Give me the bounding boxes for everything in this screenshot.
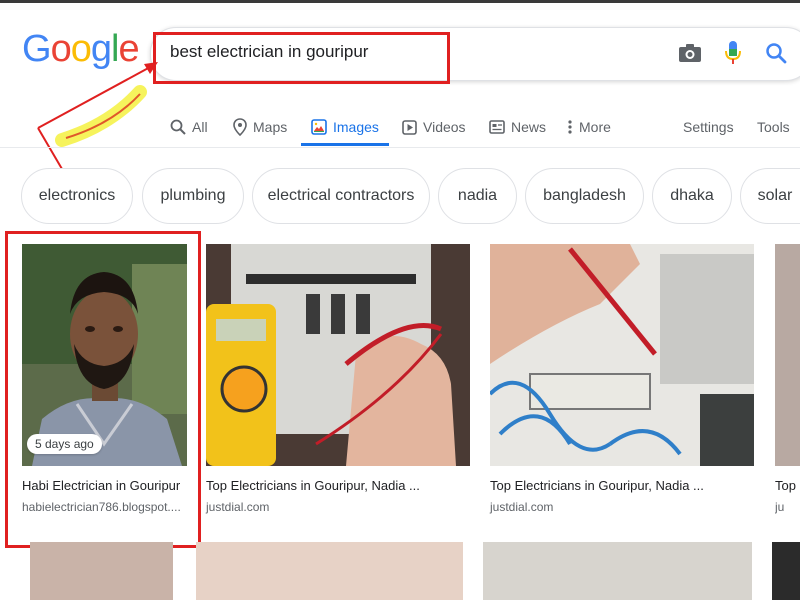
image-result-6-thumbnail[interactable] xyxy=(196,542,463,600)
chip-solar[interactable]: solar xyxy=(740,168,800,224)
result-title[interactable]: Top xyxy=(775,478,796,493)
image-result-2[interactable]: Top Electricians in Gouripur, Nadia ... … xyxy=(206,244,470,524)
news-icon xyxy=(489,120,505,134)
chip-nadia[interactable]: nadia xyxy=(438,168,517,224)
chip-label: electronics xyxy=(38,187,116,204)
chip-label: bangladesh xyxy=(543,187,626,204)
settings-link[interactable]: Settings xyxy=(683,108,734,146)
more-vertical-icon xyxy=(568,120,572,134)
search-icon xyxy=(170,119,186,135)
chip-plumbing[interactable]: plumbing xyxy=(142,168,244,224)
result-title[interactable]: Top Electricians in Gouripur, Nadia ... xyxy=(206,478,420,493)
result-title[interactable]: Top Electricians in Gouripur, Nadia ... xyxy=(490,478,704,493)
tab-images[interactable]: Images xyxy=(311,108,379,146)
image-result-3[interactable]: Top Electricians in Gouripur, Nadia ... … xyxy=(490,244,754,524)
active-tab-indicator xyxy=(301,143,389,146)
tab-all[interactable]: All xyxy=(170,108,208,146)
chip-dhaka[interactable]: dhaka xyxy=(652,168,732,224)
multimeter-panel-image xyxy=(206,244,470,466)
tab-news[interactable]: News xyxy=(489,108,546,146)
tab-maps[interactable]: Maps xyxy=(233,108,287,146)
tab-videos[interactable]: Videos xyxy=(402,108,466,146)
tools-link[interactable]: Tools xyxy=(757,108,790,146)
wiring-panel-image xyxy=(490,244,754,466)
image-icon xyxy=(311,119,327,135)
result-domain[interactable]: justdial.com xyxy=(490,500,553,514)
tab-label: News xyxy=(511,119,547,135)
map-pin-icon xyxy=(233,118,247,136)
tab-label: All xyxy=(192,119,208,135)
annotation-result-highlight xyxy=(5,231,201,548)
chip-label: dhaka xyxy=(670,187,714,204)
result-domain[interactable]: justdial.com xyxy=(206,500,269,514)
chip-label: electrical contractors xyxy=(267,187,415,204)
image-result-8-thumbnail[interactable] xyxy=(772,542,800,600)
chip-electronics[interactable]: electronics xyxy=(21,168,133,224)
tab-more[interactable]: More xyxy=(567,108,611,146)
tab-label: Maps xyxy=(253,119,288,135)
result-thumbnail[interactable] xyxy=(206,244,470,466)
image-result-5-thumbnail[interactable] xyxy=(30,542,173,600)
chip-label: solar xyxy=(757,187,793,204)
result-domain[interactable]: ju xyxy=(775,500,784,514)
result-thumbnail[interactable] xyxy=(775,244,800,466)
image-result-7-thumbnail[interactable] xyxy=(483,542,752,600)
chip-label: nadia xyxy=(457,187,498,204)
play-icon xyxy=(402,119,417,135)
chip-label: plumbing xyxy=(160,187,226,204)
settings-label: Settings xyxy=(683,119,734,135)
tab-label: Images xyxy=(333,119,379,135)
tab-label: More xyxy=(579,119,611,135)
tab-label: Videos xyxy=(423,119,466,135)
tabs-divider xyxy=(0,147,800,148)
chip-electrical-contractors[interactable]: electrical contractors xyxy=(252,168,430,224)
tools-label: Tools xyxy=(757,119,790,135)
result-thumbnail[interactable] xyxy=(490,244,754,466)
chip-bangladesh[interactable]: bangladesh xyxy=(525,168,644,224)
search-tabs: All Maps Images Videos News More Setting… xyxy=(0,108,800,148)
image-result-4[interactable]: Top ju xyxy=(775,244,800,524)
